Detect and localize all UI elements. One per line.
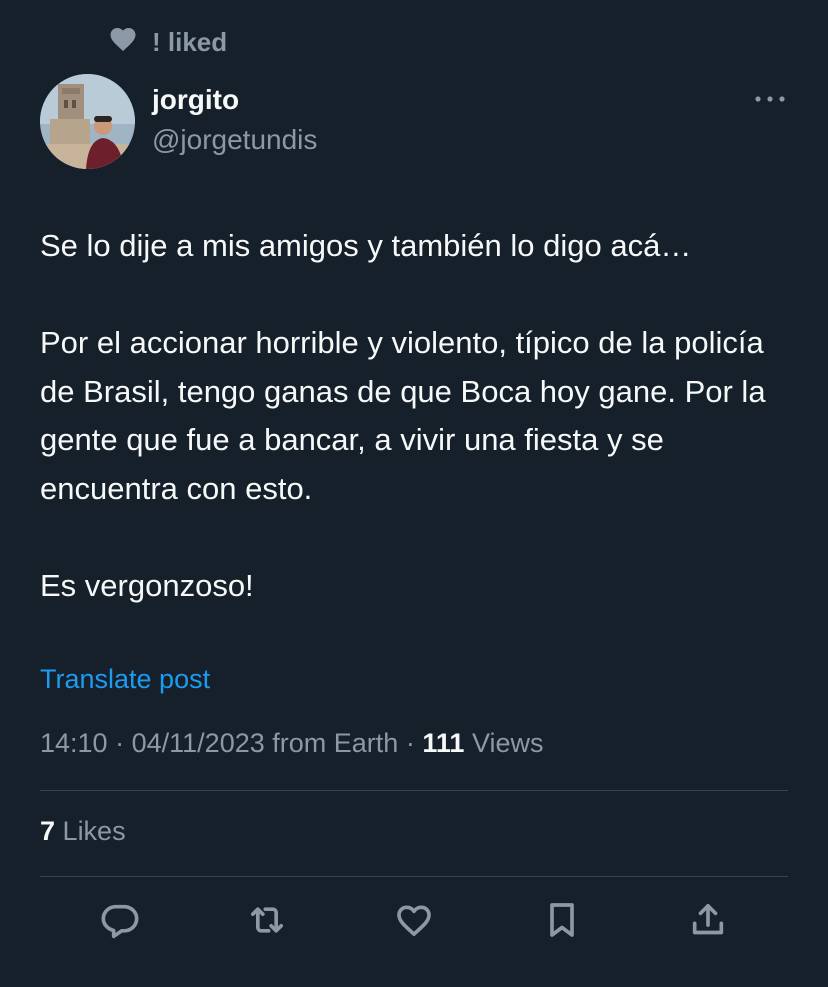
like-icon bbox=[394, 900, 434, 945]
likes-stat[interactable]: 7 Likes bbox=[40, 816, 126, 847]
meta-separator: · bbox=[405, 728, 415, 758]
action-bar bbox=[80, 897, 748, 947]
likes-count: 7 bbox=[40, 816, 56, 846]
share-button[interactable] bbox=[683, 897, 733, 947]
social-context-label: ! liked bbox=[152, 27, 228, 57]
tweet-paragraph: Por el accionar horrible y violento, típ… bbox=[40, 325, 766, 506]
avatar[interactable] bbox=[40, 74, 135, 169]
tweet-date[interactable]: 04/11/2023 bbox=[132, 728, 265, 758]
divider bbox=[40, 790, 788, 791]
translate-post-link[interactable]: Translate post bbox=[40, 664, 210, 695]
social-context[interactable]: ! liked bbox=[108, 24, 227, 61]
like-button[interactable] bbox=[389, 897, 439, 947]
divider bbox=[40, 876, 788, 877]
display-name[interactable]: jorgito bbox=[152, 84, 239, 116]
tweet-text: Se lo dije a mis amigos y también lo dig… bbox=[40, 222, 800, 610]
meta-separator: · bbox=[115, 728, 125, 758]
views-label: Views bbox=[471, 728, 544, 758]
user-handle[interactable]: @jorgetundis bbox=[152, 124, 317, 156]
share-icon bbox=[688, 900, 728, 945]
more-dots-icon bbox=[752, 92, 788, 110]
bookmark-icon bbox=[542, 900, 582, 945]
retweet-icon bbox=[247, 900, 287, 945]
tweet-paragraph: Se lo dije a mis amigos y también lo dig… bbox=[40, 228, 692, 263]
tweet-metadata: 14:10 · 04/11/2023 from Earth · 111 View… bbox=[40, 728, 543, 759]
tweet-time[interactable]: 14:10 bbox=[40, 728, 108, 758]
retweet-button[interactable] bbox=[242, 897, 292, 947]
reply-icon bbox=[100, 900, 140, 945]
heart-icon bbox=[108, 24, 138, 61]
likes-label: Likes bbox=[62, 816, 126, 846]
reply-button[interactable] bbox=[95, 897, 145, 947]
tweet-source: from Earth bbox=[272, 728, 399, 758]
tweet-paragraph: Es vergonzoso! bbox=[40, 567, 254, 603]
views-count: 111 bbox=[422, 728, 465, 758]
bookmark-button[interactable] bbox=[537, 897, 587, 947]
more-options-button[interactable] bbox=[748, 86, 792, 116]
